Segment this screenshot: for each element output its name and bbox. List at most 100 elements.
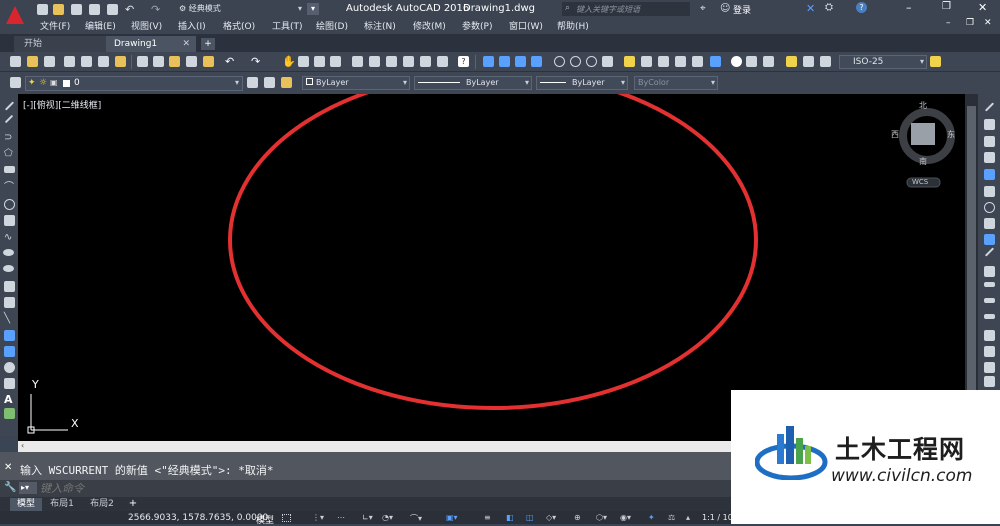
stretch-icon[interactable] <box>984 234 995 245</box>
menu-window[interactable]: 窗口(W) <box>509 19 543 32</box>
red-ellipse[interactable] <box>228 94 758 410</box>
aligned-dim-icon[interactable] <box>499 56 510 67</box>
menu-restore-icon[interactable]: ❐ <box>966 18 974 28</box>
hatch-icon[interactable] <box>4 330 15 341</box>
open-icon[interactable] <box>53 4 64 15</box>
search-box[interactable]: ⌕ 键入关键字或短语 <box>562 2 690 16</box>
snap-icon[interactable]: ⋮▾ <box>312 513 324 522</box>
mtext-icon[interactable]: A <box>4 394 15 405</box>
ordinate-icon[interactable] <box>531 56 542 67</box>
pan-icon[interactable]: ✋ <box>282 56 296 67</box>
dim-style-select[interactable]: ISO-25 <box>839 55 927 69</box>
break-point-icon[interactable] <box>984 282 995 287</box>
zoom-window-icon[interactable] <box>314 56 325 67</box>
tab-layout2[interactable]: 布局2 <box>86 498 118 511</box>
plot-icon[interactable] <box>64 56 75 67</box>
menu-minimize-icon[interactable]: – <box>946 18 951 28</box>
paste-icon[interactable] <box>169 56 180 67</box>
lineweight-toggle-icon[interactable]: ≡ <box>484 513 491 522</box>
save-file-icon[interactable] <box>44 56 55 67</box>
app-menu-button[interactable] <box>0 0 32 34</box>
preview-icon[interactable] <box>81 56 92 67</box>
diameter-icon[interactable] <box>586 56 597 67</box>
layer-properties-icon[interactable] <box>10 77 21 88</box>
menu-help[interactable]: 帮助(H) <box>557 19 589 32</box>
grid-icon[interactable] <box>282 514 291 522</box>
new-tab-button[interactable]: + <box>201 38 215 50</box>
undo-tool-icon[interactable]: ↶ <box>225 56 236 67</box>
menu-modify[interactable]: 修改(M) <box>413 19 446 32</box>
linetype-select[interactable]: ByLayer <box>414 76 532 90</box>
command-input[interactable] <box>40 481 720 495</box>
menu-view[interactable]: 视图(V) <box>131 19 162 32</box>
login-button[interactable]: 登录 <box>733 3 751 16</box>
break-object-icon[interactable] <box>984 298 995 303</box>
arc-length-icon[interactable] <box>515 56 526 67</box>
new-layout-button[interactable]: + <box>126 498 140 510</box>
array-icon[interactable] <box>984 169 995 180</box>
continue-icon[interactable] <box>658 56 669 67</box>
menu-tools[interactable]: 工具(T) <box>272 19 303 32</box>
linear-dim-icon[interactable] <box>483 56 494 67</box>
help-icon[interactable]: ? <box>856 2 867 13</box>
dim-style-manager-icon[interactable] <box>930 56 941 67</box>
rectangle-icon[interactable] <box>4 166 15 173</box>
jogged-icon[interactable] <box>570 56 581 67</box>
circle-icon[interactable] <box>4 199 15 210</box>
zoom-realtime-icon[interactable] <box>298 56 309 67</box>
annotation-scale-icon[interactable]: ▴ <box>686 513 690 522</box>
3d-print-icon[interactable] <box>115 56 126 67</box>
wcs-label[interactable]: WCS <box>912 178 928 186</box>
match-icon[interactable] <box>186 56 197 67</box>
join-icon[interactable] <box>984 314 995 319</box>
close-icon[interactable]: ✕ <box>978 1 987 14</box>
revcloud-icon[interactable] <box>4 215 15 226</box>
trim-icon[interactable] <box>984 247 995 257</box>
wrench-icon[interactable]: 🔧 <box>4 482 16 493</box>
erase-icon[interactable] <box>984 102 995 112</box>
redo-tool-icon[interactable]: ↷ <box>251 56 262 67</box>
gizmo-icon[interactable]: ◉▾ <box>620 513 631 522</box>
radius-icon[interactable] <box>554 56 565 67</box>
dynamic-ucs-icon[interactable]: ⊕ <box>574 513 581 522</box>
selection-filter-icon[interactable]: ⬡▾ <box>596 513 607 522</box>
construction-line-icon[interactable] <box>4 114 14 124</box>
copy-icon[interactable] <box>153 56 164 67</box>
spline-icon[interactable]: ∿ <box>4 232 15 243</box>
menu-parametric[interactable]: 参数(P) <box>462 19 492 32</box>
dropdown-arrow-icon[interactable]: ▾ <box>307 3 319 15</box>
center-mark-icon[interactable] <box>731 56 742 67</box>
exchange-icon[interactable]: ✕ <box>806 2 815 15</box>
polygon-icon[interactable]: ⬠ <box>4 148 15 159</box>
menu-edit[interactable]: 编辑(E) <box>85 19 116 32</box>
auto-scale-icon[interactable]: ⚖ <box>668 513 675 522</box>
insert-block-icon[interactable] <box>4 281 15 292</box>
menu-format[interactable]: 格式(O) <box>223 19 255 32</box>
compass-north[interactable]: 北 <box>919 100 927 111</box>
inspect-icon[interactable] <box>746 56 757 67</box>
menu-file[interactable]: 文件(F) <box>40 19 70 32</box>
space-icon[interactable] <box>675 56 686 67</box>
undo-icon[interactable]: ↶ <box>125 4 136 15</box>
saveas-icon[interactable] <box>89 4 100 15</box>
color-select[interactable]: ByLayer <box>302 76 410 90</box>
tab-start[interactable]: 开始 <box>14 36 106 52</box>
copy-object-icon[interactable] <box>984 119 995 130</box>
search-input[interactable]: 键入关键字或短语 <box>576 4 640 15</box>
blend-icon[interactable] <box>984 362 995 373</box>
print-icon[interactable] <box>107 4 118 15</box>
tab-close-icon[interactable]: ✕ <box>182 36 190 52</box>
mirror-icon[interactable] <box>984 136 995 147</box>
annotation-visibility-icon[interactable]: ✦ <box>648 513 655 522</box>
add-selected-icon[interactable] <box>4 408 15 419</box>
minimize-icon[interactable]: – <box>906 1 912 14</box>
menu-draw[interactable]: 绘图(D) <box>316 19 348 32</box>
tolerance-icon[interactable] <box>710 56 721 67</box>
markup-icon[interactable] <box>420 56 431 67</box>
workspace-select[interactable]: ⚙ 经典模式 <box>175 2 305 16</box>
command-prompt-icon[interactable]: ▸▾ <box>19 482 37 494</box>
new-icon[interactable] <box>37 4 48 15</box>
fillet-icon[interactable] <box>984 346 995 357</box>
osnap-icon[interactable]: ▣▾ <box>446 513 458 522</box>
scroll-left-icon[interactable]: ‹ <box>21 441 24 450</box>
